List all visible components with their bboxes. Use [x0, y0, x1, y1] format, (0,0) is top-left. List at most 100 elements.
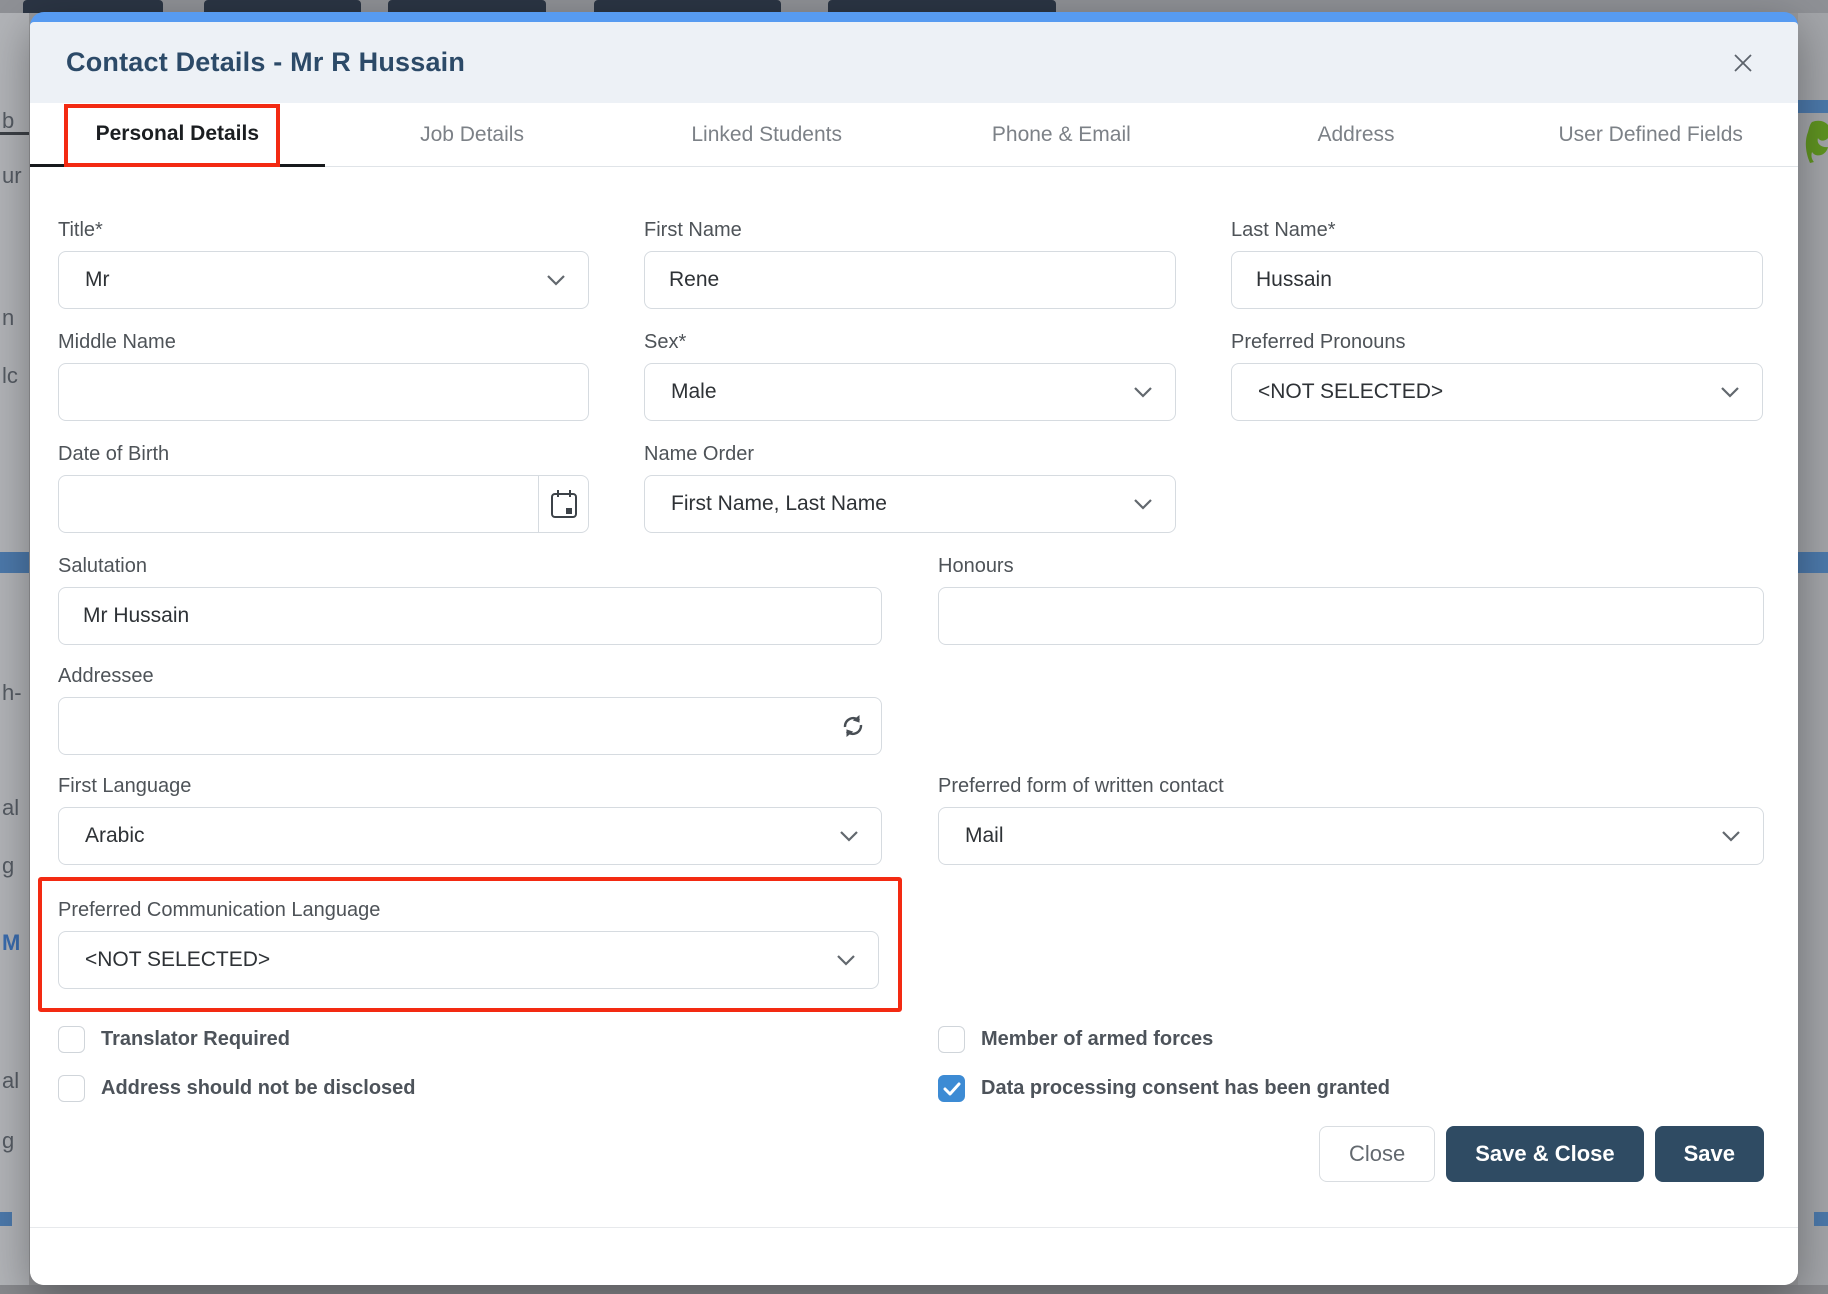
close-icon[interactable]	[1726, 46, 1760, 80]
backdrop-text-fragment: g	[2, 853, 14, 879]
middle-name-input[interactable]	[58, 363, 589, 421]
date-of-birth-label: Date of Birth	[58, 441, 589, 467]
tab-address[interactable]: Address	[1209, 103, 1504, 167]
backdrop-text-fragment: al	[2, 1068, 19, 1094]
backdrop-blue-bar	[0, 552, 29, 573]
translator-required-checkbox[interactable]: Translator Required	[58, 1026, 938, 1053]
field-honours: Honours	[938, 553, 1764, 645]
preferred-comm-language-value: <NOT SELECTED>	[85, 948, 270, 972]
armed-forces-label: Member of armed forces	[981, 1028, 1213, 1051]
contact-details-modal: Contact Details - Mr R Hussain Personal …	[30, 12, 1798, 1285]
salutation-label: Salutation	[58, 553, 882, 579]
chevron-down-icon	[546, 268, 566, 292]
honours-input[interactable]	[938, 587, 1764, 645]
title-value: Mr	[85, 268, 110, 292]
preferred-comm-language-select[interactable]: <NOT SELECTED>	[58, 931, 879, 989]
backdrop-blue-bar	[1814, 1212, 1828, 1226]
modal-header: Contact Details - Mr R Hussain	[30, 22, 1798, 103]
backdrop-text-fragment: n	[2, 305, 14, 331]
field-salutation: Salutation	[58, 553, 882, 645]
date-of-birth-input[interactable]	[58, 475, 589, 533]
sex-value: Male	[671, 380, 717, 404]
name-order-value: First Name, Last Name	[671, 492, 887, 516]
backdrop-text-fragment: lc	[2, 363, 18, 389]
addressee-label: Addressee	[58, 663, 882, 689]
address-not-disclosed-label: Address should not be disclosed	[101, 1077, 416, 1100]
chevron-down-icon	[839, 824, 859, 848]
last-name-input[interactable]	[1231, 251, 1763, 309]
modal-title: Contact Details - Mr R Hussain	[66, 47, 465, 78]
tab-user-defined-fields[interactable]: User Defined Fields	[1503, 103, 1798, 167]
preferred-pronouns-value: <NOT SELECTED>	[1258, 380, 1443, 404]
translator-required-label: Translator Required	[101, 1028, 290, 1051]
backdrop-text-fragment: ur	[2, 163, 22, 189]
written-contact-label: Preferred form of written contact	[938, 773, 1764, 799]
backdrop-right-strip	[1798, 13, 1828, 1285]
save-close-button[interactable]: Save & Close	[1446, 1126, 1643, 1182]
annotation-box-preferred-comm-language: Preferred Communication Language <NOT SE…	[38, 877, 902, 1012]
checkbox-icon[interactable]	[58, 1075, 85, 1102]
addressee-input[interactable]	[58, 697, 882, 755]
title-label: Title*	[58, 217, 589, 243]
action-buttons: Close Save & Close Save	[58, 1126, 1764, 1182]
field-preferred-comm-language: Preferred Communication Language <NOT SE…	[58, 897, 879, 989]
checkbox-icon[interactable]	[938, 1026, 965, 1053]
chevron-down-icon	[1133, 380, 1153, 404]
backdrop-blue-bar	[1798, 100, 1828, 113]
calendar-icon[interactable]	[538, 475, 589, 533]
preferred-pronouns-select[interactable]: <NOT SELECTED>	[1231, 363, 1763, 421]
backdrop-bottom-strip	[0, 1285, 1828, 1294]
chevron-down-icon	[1721, 824, 1741, 848]
sex-select[interactable]: Male	[644, 363, 1176, 421]
backdrop-link-fragment: M	[2, 930, 20, 956]
name-order-label: Name Order	[644, 441, 1176, 467]
sex-label: Sex*	[644, 329, 1176, 355]
chevron-down-icon	[1720, 380, 1740, 404]
modal-footer	[30, 1227, 1798, 1285]
field-date-of-birth: Date of Birth	[58, 441, 589, 533]
backdrop-text-fragment: b	[2, 108, 14, 134]
preferred-comm-language-label: Preferred Communication Language	[58, 897, 879, 923]
field-first-language: First Language Arabic	[58, 773, 882, 865]
written-contact-select[interactable]: Mail	[938, 807, 1764, 865]
checkbox-icon[interactable]	[58, 1026, 85, 1053]
field-addressee: Addressee	[58, 663, 882, 755]
first-language-select[interactable]: Arabic	[58, 807, 882, 865]
honours-label: Honours	[938, 553, 1764, 579]
tab-personal-details[interactable]: Personal Details	[30, 103, 325, 167]
first-name-label: First Name	[644, 217, 1176, 243]
backdrop-left-strip: b ur n lc h- al g M al g	[0, 13, 29, 1285]
backdrop-line-fragment	[0, 132, 29, 135]
refresh-icon[interactable]	[824, 697, 882, 755]
chevron-down-icon	[836, 948, 856, 972]
field-title: Title* Mr	[58, 217, 589, 309]
save-button[interactable]: Save	[1655, 1126, 1764, 1182]
first-name-input[interactable]	[644, 251, 1176, 309]
name-order-select[interactable]: First Name, Last Name	[644, 475, 1176, 533]
field-last-name: Last Name*	[1231, 217, 1763, 309]
screen: b ur n lc h- al g M al g Contact Details…	[0, 0, 1828, 1294]
close-button[interactable]: Close	[1319, 1126, 1435, 1182]
address-not-disclosed-checkbox[interactable]: Address should not be disclosed	[58, 1075, 938, 1102]
tab-linked-students[interactable]: Linked Students	[619, 103, 914, 167]
backdrop-blue-bar	[1798, 552, 1828, 573]
backdrop-text-fragment: al	[2, 795, 19, 821]
data-consent-checkbox[interactable]: Data processing consent has been granted	[938, 1075, 1764, 1102]
tab-phone-email[interactable]: Phone & Email	[914, 103, 1209, 167]
checkbox-checked-icon[interactable]	[938, 1075, 965, 1102]
field-sex: Sex* Male	[644, 329, 1176, 421]
title-select[interactable]: Mr	[58, 251, 589, 309]
field-name-order: Name Order First Name, Last Name	[644, 441, 1176, 533]
field-middle-name: Middle Name	[58, 329, 589, 421]
tab-job-details[interactable]: Job Details	[325, 103, 620, 167]
field-preferred-pronouns: Preferred Pronouns <NOT SELECTED>	[1231, 329, 1763, 421]
data-consent-label: Data processing consent has been granted	[981, 1077, 1390, 1100]
field-written-contact: Preferred form of written contact Mail	[938, 773, 1764, 865]
field-first-name: First Name	[644, 217, 1176, 309]
backdrop-blue-bar	[0, 1212, 12, 1226]
backdrop-text-fragment: h-	[2, 680, 22, 706]
tab-bar: Personal Details Job Details Linked Stud…	[30, 103, 1798, 167]
first-language-label: First Language	[58, 773, 882, 799]
armed-forces-checkbox[interactable]: Member of armed forces	[938, 1026, 1764, 1053]
salutation-input[interactable]	[58, 587, 882, 645]
